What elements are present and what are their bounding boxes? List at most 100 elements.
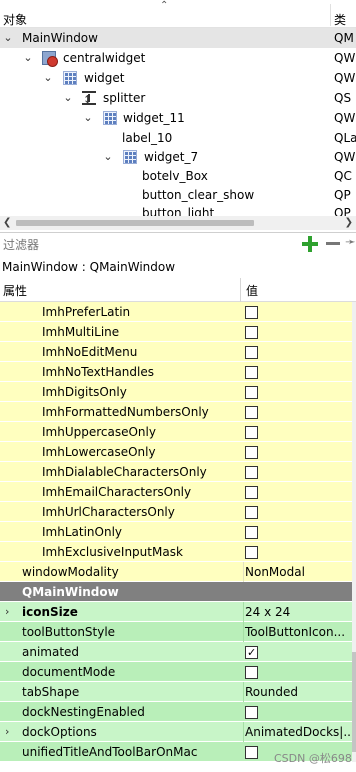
property-row-imhdialablecharactersonly[interactable]: ImhDialableCharactersOnly — [0, 462, 352, 482]
expand-arrow-icon[interactable]: › — [5, 602, 9, 622]
property-checkbox[interactable] — [245, 306, 258, 319]
property-value[interactable]: NonModal — [243, 562, 352, 582]
property-row-imhlatinonly[interactable]: ImhLatinOnly — [0, 522, 352, 542]
property-name: dockOptions — [22, 725, 97, 739]
column-header-object[interactable]: 对象 — [3, 11, 27, 28]
property-value[interactable]: Rounded — [243, 682, 352, 702]
property-row-animated[interactable]: animated — [0, 642, 352, 663]
property-checkbox[interactable] — [245, 486, 258, 499]
tree-item-label: widget_7 — [144, 150, 199, 164]
tree-item-botelv-box[interactable]: botelv_Box QC — [0, 166, 356, 186]
property-name: ImhExclusiveInputMask — [42, 545, 183, 559]
property-checkbox[interactable] — [245, 446, 258, 459]
property-name: iconSize — [22, 605, 78, 619]
tree-item-label: widget — [84, 71, 125, 85]
column-header-value[interactable]: 值 — [246, 282, 258, 299]
property-checkbox[interactable] — [245, 426, 258, 439]
vertical-scrollbar[interactable] — [352, 302, 356, 762]
property-row-toolbuttonstyle[interactable]: toolButtonStyle ToolButtonIcon... — [0, 622, 352, 642]
widget-grid-icon — [63, 71, 77, 85]
property-name: QMainWindow — [22, 585, 119, 599]
tree-item-label-10[interactable]: label_10 QLa — [0, 128, 356, 148]
expand-arrow-icon[interactable]: › — [5, 722, 9, 742]
scroll-right-arrow-icon[interactable]: ❯ — [345, 216, 353, 230]
object-inspector-tree[interactable]: 对象 ⌃ 类 ⌄ MainWindow QM ⌄ centralwidget Q… — [0, 0, 356, 230]
scrollbar-thumb[interactable] — [352, 652, 356, 752]
property-row-iconsize[interactable]: › iconSize 24 x 24 — [0, 602, 352, 622]
property-row-imhpreferlatin[interactable]: ImhPreferLatin — [0, 302, 352, 322]
property-name: toolButtonStyle — [22, 625, 116, 639]
add-dynamic-property-plus-icon[interactable] — [302, 236, 318, 252]
splitter-icon — [82, 90, 96, 110]
tree-item-centralwidget[interactable]: ⌄ centralwidget QW — [0, 48, 356, 68]
property-row-imhnoeditmenu[interactable]: ImhNoEditMenu — [0, 342, 352, 362]
property-row-windowmodality[interactable]: windowModality NonModal — [0, 562, 352, 582]
collapse-arrow-icon[interactable]: ⌄ — [2, 28, 14, 48]
scrollbar-thumb[interactable] — [16, 220, 254, 226]
column-header-class[interactable]: 类 — [334, 11, 346, 28]
property-name: ImhDialableCharactersOnly — [42, 465, 207, 479]
property-row-imhemailcharactersonly[interactable]: ImhEmailCharactersOnly — [0, 482, 352, 502]
column-divider[interactable] — [240, 278, 241, 302]
tree-item-widget-11[interactable]: ⌄ widget_11 QW — [0, 108, 356, 128]
property-name: dockNestingEnabled — [22, 705, 145, 719]
property-row-imhformattednumbersonly[interactable]: ImhFormattedNumbersOnly — [0, 402, 352, 422]
property-row-imhuppercaseonly[interactable]: ImhUppercaseOnly — [0, 422, 352, 442]
scroll-left-arrow-icon[interactable]: ❮ — [3, 216, 11, 230]
property-row-imhlowercaseonly[interactable]: ImhLowercaseOnly — [0, 442, 352, 462]
property-checkbox[interactable] — [245, 526, 258, 539]
property-checkbox[interactable] — [245, 386, 258, 399]
property-section-qmainwindow[interactable]: QMainWindow — [0, 582, 352, 602]
property-row-imhurlcharactersonly[interactable]: ImhUrlCharactersOnly — [0, 502, 352, 522]
property-checkbox[interactable] — [245, 366, 258, 379]
property-name: documentMode — [22, 665, 116, 679]
property-row-documentmode[interactable]: documentMode — [0, 662, 352, 682]
tree-item-label: centralwidget — [63, 51, 146, 65]
property-value[interactable]: AnimatedDocks|... — [243, 722, 352, 742]
property-checkbox[interactable] — [245, 706, 258, 719]
property-checkbox[interactable] — [245, 466, 258, 479]
tree-item-widget-7[interactable]: ⌄ widget_7 QW — [0, 147, 356, 167]
collapse-arrow-icon[interactable]: ⌄ — [42, 68, 54, 88]
property-checkbox[interactable] — [245, 346, 258, 359]
tree-item-class: QW — [334, 150, 356, 164]
remove-dynamic-property-minus-icon[interactable] — [326, 242, 340, 245]
property-row-dockoptions[interactable]: › dockOptions AnimatedDocks|... — [0, 722, 352, 742]
tree-item-label: MainWindow — [22, 31, 98, 45]
property-table-header: 属性 值 — [0, 278, 356, 302]
filter-input[interactable] — [0, 233, 296, 256]
tree-item-mainwindow[interactable]: ⌄ MainWindow QM — [0, 28, 356, 48]
property-row-docknestingenabled[interactable]: dockNestingEnabled — [0, 702, 352, 722]
tree-item-label: splitter — [103, 91, 146, 105]
tree-item-widget[interactable]: ⌄ widget QW — [0, 68, 356, 88]
tree-item-class: QM — [334, 31, 354, 45]
property-row-imhmultiline[interactable]: ImhMultiLine — [0, 322, 352, 342]
property-checkbox[interactable] — [245, 406, 258, 419]
property-name: ImhLowercaseOnly — [42, 445, 156, 459]
property-checkbox[interactable] — [245, 546, 258, 559]
property-checkbox[interactable] — [245, 326, 258, 339]
column-header-property[interactable]: 属性 — [3, 282, 27, 299]
property-checkbox[interactable] — [245, 643, 258, 663]
watermark-text: CSDN @松698 — [274, 752, 352, 765]
column-divider[interactable] — [330, 4, 331, 26]
property-checkbox[interactable] — [245, 746, 258, 759]
configure-wrench-icon[interactable]: ➛ — [345, 235, 356, 250]
collapse-arrow-icon[interactable]: ⌄ — [82, 108, 94, 128]
property-value[interactable]: 24 x 24 — [243, 602, 352, 622]
property-row-tabshape[interactable]: tabShape Rounded — [0, 682, 352, 702]
property-value[interactable]: ToolButtonIcon... — [243, 622, 352, 642]
tree-item-splitter[interactable]: ⌄ splitter QS — [0, 88, 356, 110]
property-row-imhnotexthandles[interactable]: ImhNoTextHandles — [0, 362, 352, 382]
property-row-imhexclusiveinputmask[interactable]: ImhExclusiveInputMask — [0, 542, 352, 562]
collapse-arrow-icon[interactable]: ⌄ — [22, 48, 34, 68]
horizontal-scrollbar[interactable]: ❮ ❯ — [0, 216, 356, 230]
tree-item-button-clear-show[interactable]: button_clear_show QP — [0, 185, 356, 205]
property-name: windowModality — [22, 565, 119, 579]
collapse-arrow-icon[interactable]: ⌄ — [62, 88, 74, 108]
collapse-arrow-icon[interactable]: ⌄ — [102, 147, 114, 167]
property-checkbox[interactable] — [245, 506, 258, 519]
property-row-imhdigitsonly[interactable]: ImhDigitsOnly — [0, 382, 352, 402]
tree-item-label: botelv_Box — [142, 169, 208, 183]
property-checkbox[interactable] — [245, 666, 258, 679]
